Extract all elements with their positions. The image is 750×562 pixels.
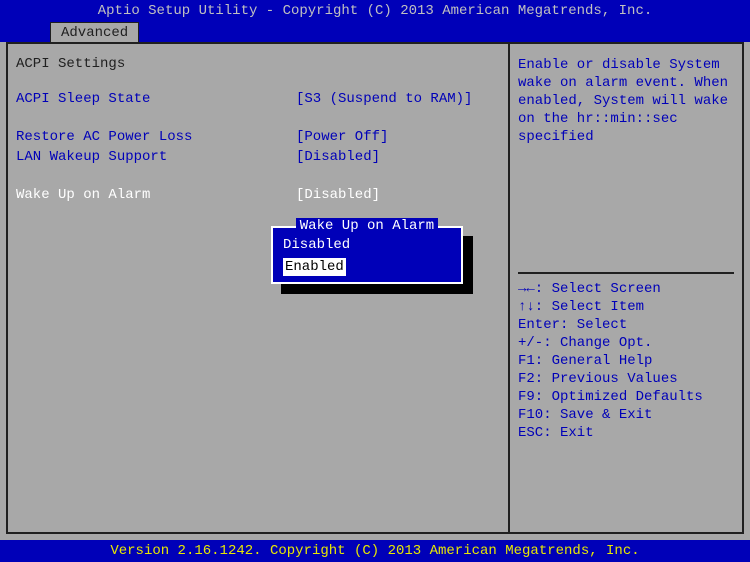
popup-title: Wake Up on Alarm xyxy=(296,218,438,234)
key-change-opt: +/-: Change Opt. xyxy=(518,334,734,352)
panel-divider xyxy=(518,272,734,274)
setting-lan-wakeup-support[interactable]: LAN Wakeup Support [Disabled] xyxy=(16,148,500,166)
wake-up-on-alarm-popup: Wake Up on Alarm Disabled Enabled xyxy=(271,226,463,284)
key-enter: Enter: Select xyxy=(518,316,734,334)
help-panel: Enable or disable System wake on alarm e… xyxy=(508,42,744,534)
tab-advanced[interactable]: Advanced xyxy=(50,22,139,42)
key-legend: →←: Select Screen ↑↓: Select Item Enter:… xyxy=(518,280,734,442)
key-save-exit: F10: Save & Exit xyxy=(518,406,734,424)
setting-acpi-sleep-state[interactable]: ACPI Sleep State [S3 (Suspend to RAM)] xyxy=(16,90,500,108)
setting-label: LAN Wakeup Support xyxy=(16,148,296,166)
setting-label: Wake Up on Alarm xyxy=(16,186,296,204)
setting-value: [Disabled] xyxy=(296,186,380,204)
section-title: ACPI Settings xyxy=(16,56,500,72)
popup-option-disabled[interactable]: Disabled xyxy=(273,236,461,254)
setting-wake-up-on-alarm[interactable]: Wake Up on Alarm [Disabled] xyxy=(16,186,500,204)
key-select-screen: →←: Select Screen xyxy=(518,280,734,298)
tab-bar: Advanced xyxy=(0,22,750,42)
setting-label: Restore AC Power Loss xyxy=(16,128,296,146)
key-esc: ESC: Exit xyxy=(518,424,734,442)
setting-value: [Disabled] xyxy=(296,148,380,166)
settings-panel: ACPI Settings ACPI Sleep State [S3 (Susp… xyxy=(6,42,508,534)
help-text: Enable or disable System wake on alarm e… xyxy=(518,56,734,146)
key-previous-values: F2: Previous Values xyxy=(518,370,734,388)
footer-bar: Version 2.16.1242. Copyright (C) 2013 Am… xyxy=(0,540,750,562)
popup-option-enabled[interactable]: Enabled xyxy=(283,258,346,276)
key-general-help: F1: General Help xyxy=(518,352,734,370)
setting-value: [Power Off] xyxy=(296,128,388,146)
key-optimized-defaults: F9: Optimized Defaults xyxy=(518,388,734,406)
setting-restore-ac-power-loss[interactable]: Restore AC Power Loss [Power Off] xyxy=(16,128,500,146)
setting-label: ACPI Sleep State xyxy=(16,90,296,108)
key-select-item: ↑↓: Select Item xyxy=(518,298,734,316)
title-bar: Aptio Setup Utility - Copyright (C) 2013… xyxy=(0,0,750,22)
setting-value: [S3 (Suspend to RAM)] xyxy=(296,90,472,108)
